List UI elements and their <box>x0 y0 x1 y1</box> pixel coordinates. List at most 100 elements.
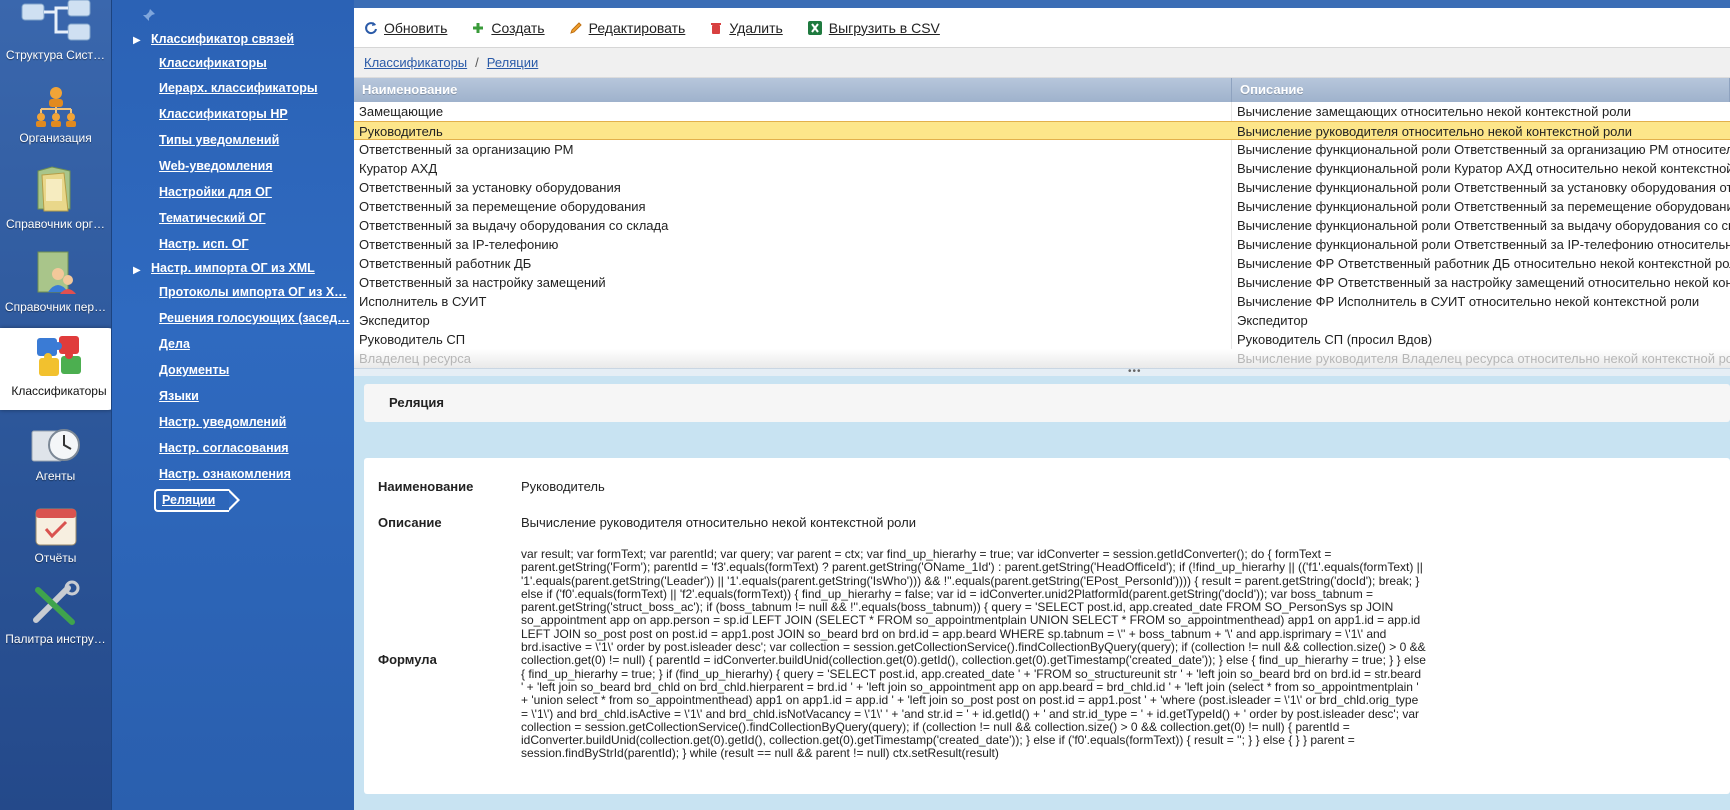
cell-name: Экспедитор <box>359 313 430 328</box>
tools-icon <box>32 580 79 625</box>
rail-item-label: Организация <box>19 131 92 145</box>
create-button[interactable]: Создать <box>471 19 545 36</box>
cell-description: Вычисление ФР Исполнитель в СУИТ относит… <box>1237 294 1700 309</box>
cell-description: Вычисление функциональной роли Ответстве… <box>1237 199 1730 214</box>
rail-item-reports[interactable]: Отчёты <box>0 505 111 575</box>
cell-name: Ответственный за перемещение оборудовани… <box>359 199 646 214</box>
cell-description: Вычисление функциональной роли Ответстве… <box>1237 218 1730 233</box>
cell-name: Ответственный работник ДБ <box>359 256 532 271</box>
rail-item-label: Палитра инстру… <box>5 632 106 646</box>
cell-name: Руководитель <box>359 124 443 139</box>
cell-name: Ответственный за выдачу оборудования со … <box>359 218 669 233</box>
table-row[interactable]: Ответственный за IP-телефонию Вычисление … <box>354 235 1730 254</box>
breadcrumb-separator: / <box>475 55 479 70</box>
table-row[interactable]: Ответственный за организацию РМ Вычислени… <box>354 140 1730 159</box>
column-header-name[interactable]: Наименование <box>354 78 1232 102</box>
cell-description: Руководитель СП (просил Вдов) <box>1237 332 1433 347</box>
people-directory-icon <box>37 251 76 294</box>
table-row[interactable]: Ответственный за перемещение оборудовани… <box>354 197 1730 216</box>
cell-description: Вычисление функциональной роли Куратор А… <box>1237 161 1730 176</box>
rail-item-label: Справочник орг… <box>5 217 106 231</box>
nav-item-classifiers-nr[interactable]: Классификаторы НР <box>159 107 288 121</box>
nav-item-cases[interactable]: Дела <box>159 337 190 351</box>
description-label: Описание <box>378 515 442 530</box>
create-label: Создать <box>491 19 545 36</box>
nav-item-languages[interactable]: Языки <box>159 389 199 403</box>
nav-item-og-import-settings[interactable]: Настр. импорта ОГ из XML <box>151 261 315 275</box>
cell-description: Вычисление функциональной роли Ответстве… <box>1237 237 1730 252</box>
refresh-button[interactable]: Обновить <box>364 20 447 36</box>
table-row[interactable]: Ответственный работник ДБ Вычисление ФР О… <box>354 254 1730 273</box>
expand-arrow-icon[interactable]: ▶ <box>133 35 141 46</box>
cell-description: Вычисление функциональной роли Ответстве… <box>1237 142 1730 157</box>
breadcrumb-relations[interactable]: Реляции <box>487 55 539 70</box>
nav-item-voting-decisions[interactable]: Решения голосующих (засед… <box>159 311 350 325</box>
rail-item-label: Агенты <box>35 469 76 483</box>
nav-item-notification-types[interactable]: Типы уведомлений <box>159 133 279 147</box>
cell-name: Ответственный за установку оборудования <box>359 180 621 195</box>
table-row[interactable]: Куратор АХД Вычисление функциональной рол… <box>354 159 1730 178</box>
table-row[interactable]: Исполнитель в СУИТ Вычисление ФР Исполнит… <box>354 292 1730 311</box>
cell-description: Вычисление функциональной роли Ответстве… <box>1237 180 1730 195</box>
rail-item-agents[interactable]: Агенты <box>0 425 111 495</box>
rail-item-org-directory[interactable]: Справочник орг… <box>0 165 111 235</box>
table-row[interactable]: Руководитель СП Руководитель СП (просил В… <box>354 330 1730 349</box>
nav-item-web-notifications[interactable]: Web-уведомления <box>159 159 273 173</box>
detail-panel: Реляция Наименование Руководитель Описан… <box>354 376 1730 810</box>
breadcrumb-classifiers[interactable]: Классификаторы <box>364 55 467 70</box>
nav-item-notification-settings[interactable]: Настр. уведомлений <box>159 415 286 429</box>
table-row[interactable]: Ответственный за настройку замещений Вычи… <box>354 273 1730 292</box>
table-row[interactable]: Руководитель Вычисление руководителя отно… <box>354 121 1730 140</box>
plus-icon <box>473 22 484 33</box>
description-value: Вычисление руководителя относительно нек… <box>521 515 916 530</box>
rail-item-classifiers[interactable]: Классификаторы <box>0 328 111 410</box>
table-row[interactable]: Замещающие Вычисление замещающих относите… <box>354 102 1730 121</box>
detail-title: Реляция <box>364 384 1730 422</box>
formula-value: var result; var formText; var parentId; … <box>521 547 1426 761</box>
rail-item-label: Классификаторы <box>11 384 107 398</box>
calendar-check-icon <box>35 508 76 546</box>
cell-name: Руководитель СП <box>359 332 466 347</box>
nav-item-og-settings[interactable]: Настройки для ОГ <box>159 185 272 199</box>
nav-item-classifiers[interactable]: Классификаторы <box>159 56 267 70</box>
detail-card: Наименование Руководитель Описание Вычис… <box>364 458 1730 794</box>
nav-item-og-import-protocols[interactable]: Протоколы импорта ОГ из X… <box>159 285 347 299</box>
cell-name: Исполнитель в СУИТ <box>359 294 487 309</box>
rail-item-label: Структура Сист… <box>5 48 106 62</box>
rail-item-organization[interactable]: Организация <box>0 85 111 155</box>
organization-icon <box>35 87 76 127</box>
formula-label: Формула <box>378 652 437 667</box>
pin-icon[interactable] <box>142 8 156 22</box>
rail-item-label: Отчёты <box>34 551 77 565</box>
cell-description: Вычисление руководителя относительно нек… <box>1237 124 1632 139</box>
pane-splitter[interactable]: ••• <box>354 366 1730 377</box>
rail-item-person-directory[interactable]: Справочник пер… <box>0 248 111 318</box>
rail-item-structure[interactable]: Структура Сист… <box>0 0 111 70</box>
table-row[interactable]: Ответственный за установку оборудования В… <box>354 178 1730 197</box>
table-row[interactable]: Владелец ресурса Вычисление руководителя … <box>354 349 1730 368</box>
trash-icon <box>711 22 722 34</box>
nav-item-hier-classifiers[interactable]: Иерарх. классификаторы <box>159 81 318 95</box>
excel-icon <box>807 20 822 35</box>
nav-item-documents[interactable]: Документы <box>159 363 229 377</box>
splitter-grip-icon: ••• <box>1128 366 1142 377</box>
nav-item-approval-settings[interactable]: Настр. согласования <box>159 441 289 455</box>
delete-button[interactable]: Удалить <box>709 20 783 36</box>
export-csv-button[interactable]: Выгрузить в CSV <box>807 20 940 36</box>
column-header-description[interactable]: Описание <box>1232 78 1730 102</box>
nav-item-relations[interactable]: Реляции <box>154 489 241 512</box>
name-label: Наименование <box>378 479 474 494</box>
edit-button[interactable]: Редактировать <box>569 20 685 36</box>
clock-icon <box>31 429 80 462</box>
breadcrumb: Классификаторы / Реляции <box>354 48 1730 78</box>
table-row[interactable]: Экспедитор Экспедитор <box>354 311 1730 330</box>
nav-item-thematic-og[interactable]: Тематический ОГ <box>159 211 266 225</box>
nav-item-review-settings[interactable]: Настр. ознакомления <box>159 467 291 481</box>
expand-arrow-icon[interactable]: ▶ <box>133 265 141 276</box>
table-row[interactable]: Ответственный за выдачу оборудования со … <box>354 216 1730 235</box>
export-label: Выгрузить в CSV <box>828 19 940 36</box>
nav-item-link-classifier[interactable]: Классификатор связей <box>151 32 294 46</box>
nav-item-og-exec-settings[interactable]: Настр. исп. ОГ <box>159 237 249 251</box>
cell-description: Экспедитор <box>1237 313 1308 328</box>
rail-item-tool-palette[interactable]: Палитра инстру… <box>0 580 111 650</box>
